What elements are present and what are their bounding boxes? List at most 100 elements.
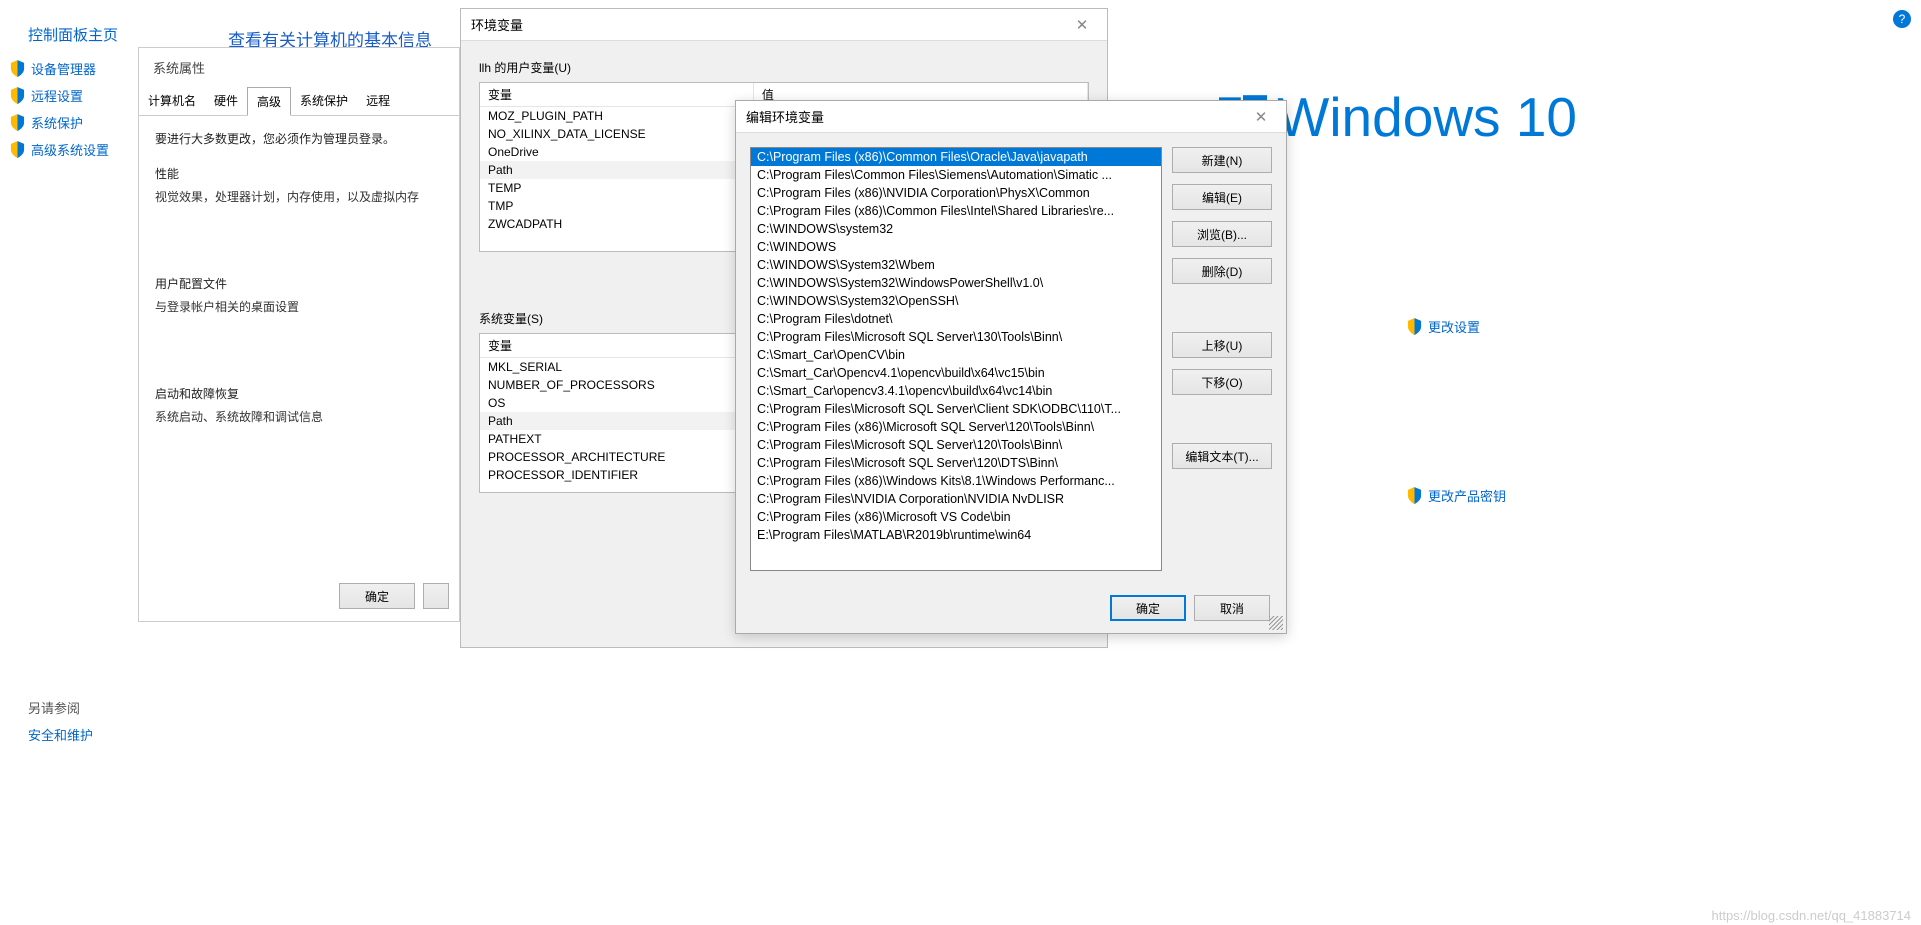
var-name: TEMP — [480, 179, 753, 197]
col-variable[interactable]: 变量 — [480, 83, 753, 107]
resize-grip-icon[interactable] — [1269, 616, 1283, 630]
new-button[interactable]: 新建(N) — [1172, 147, 1272, 173]
list-item[interactable]: C:\Program Files (x86)\Windows Kits\8.1\… — [751, 472, 1161, 490]
watermark: https://blog.csdn.net/qq_41883714 — [1712, 908, 1912, 923]
cancel-button-partial[interactable] — [423, 583, 449, 609]
shield-icon — [1407, 487, 1422, 504]
list-item[interactable]: C:\WINDOWS\System32\Wbem — [751, 256, 1161, 274]
performance-desc: 视觉效果，处理器计划，内存使用，以及虚拟内存 — [155, 188, 443, 205]
var-name: OS — [480, 394, 753, 412]
user-vars-title: llh 的用户变量(U) — [479, 59, 1089, 76]
sidebar: 设备管理器远程设置系统保护高级系统设置 — [10, 55, 130, 163]
dialog-title: 编辑环境变量 — [746, 107, 824, 126]
list-item[interactable]: C:\WINDOWS — [751, 238, 1161, 256]
shield-icon — [10, 141, 25, 158]
ok-button[interactable]: 确定 — [1110, 595, 1186, 621]
var-name: MOZ_PLUGIN_PATH — [480, 107, 753, 126]
see-also: 另请参阅 安全和维护 — [28, 698, 93, 744]
list-item[interactable]: C:\Program Files (x86)\Microsoft VS Code… — [751, 508, 1161, 526]
tab-4[interactable]: 远程 — [357, 87, 399, 115]
var-name: Path — [480, 161, 753, 179]
edit-environment-variable-dialog: 编辑环境变量 ✕ C:\Program Files (x86)\Common F… — [735, 100, 1287, 634]
titlebar[interactable]: 编辑环境变量 ✕ — [736, 101, 1286, 133]
list-item[interactable]: C:\WINDOWS\System32\OpenSSH\ — [751, 292, 1161, 310]
performance-title: 性能 — [155, 165, 443, 182]
path-listbox[interactable]: C:\Program Files (x86)\Common Files\Orac… — [750, 147, 1162, 571]
list-item[interactable]: C:\Program Files\Microsoft SQL Server\13… — [751, 328, 1161, 346]
tabs: 计算机名硬件高级系统保护远程 — [139, 87, 459, 116]
var-name: TMP — [480, 197, 753, 215]
profiles-title: 用户配置文件 — [155, 275, 443, 292]
list-item[interactable]: C:\Smart_Car\Opencv4.1\opencv\build\x64\… — [751, 364, 1161, 382]
var-name: PROCESSOR_IDENTIFIER — [480, 466, 753, 484]
close-icon[interactable]: ✕ — [1246, 108, 1276, 126]
edit-button[interactable]: 编辑(E) — [1172, 184, 1272, 210]
list-item[interactable]: E:\Program Files\MATLAB\R2019b\runtime\w… — [751, 526, 1161, 544]
list-item[interactable]: C:\Program Files\NVIDIA Corporation\NVID… — [751, 490, 1161, 508]
sidebar-item-label: 高级系统设置 — [31, 140, 109, 159]
help-icon[interactable]: ? — [1893, 10, 1911, 28]
tab-1[interactable]: 硬件 — [205, 87, 247, 115]
delete-button[interactable]: 删除(D) — [1172, 258, 1272, 284]
list-item[interactable]: C:\WINDOWS\system32 — [751, 220, 1161, 238]
system-properties-dialog: 系统属性 计算机名硬件高级系统保护远程 要进行大多数更改，您必须作为管理员登录。… — [138, 47, 460, 622]
list-item[interactable]: C:\Smart_Car\OpenCV\bin — [751, 346, 1161, 364]
see-also-title: 另请参阅 — [28, 698, 93, 717]
tab-2[interactable]: 高级 — [247, 87, 291, 116]
move-up-button[interactable]: 上移(U) — [1172, 332, 1272, 358]
change-product-key-link[interactable]: 更改产品密钥 — [1407, 486, 1506, 505]
startup-title: 启动和故障恢复 — [155, 385, 443, 402]
var-name: MKL_SERIAL — [480, 358, 753, 377]
var-name: OneDrive — [480, 143, 753, 161]
list-item[interactable]: C:\Program Files\Common Files\Siemens\Au… — [751, 166, 1161, 184]
list-item[interactable]: C:\Program Files\Microsoft SQL Server\12… — [751, 436, 1161, 454]
sidebar-item-label: 远程设置 — [31, 86, 83, 105]
shield-icon — [1407, 318, 1422, 335]
list-item[interactable]: C:\Program Files\Microsoft SQL Server\Cl… — [751, 400, 1161, 418]
list-item[interactable]: C:\Program Files (x86)\Common Files\Inte… — [751, 202, 1161, 220]
close-icon[interactable]: ✕ — [1067, 16, 1097, 34]
col-variable[interactable]: 变量 — [480, 334, 753, 358]
tab-0[interactable]: 计算机名 — [139, 87, 205, 115]
shield-icon — [10, 114, 25, 131]
dialog-title: 系统属性 — [139, 48, 459, 87]
list-item[interactable]: C:\Program Files (x86)\Microsoft SQL Ser… — [751, 418, 1161, 436]
dialog-title: 环境变量 — [471, 15, 523, 34]
startup-desc: 系统启动、系统故障和调试信息 — [155, 408, 443, 425]
side-buttons: 新建(N) 编辑(E) 浏览(B)... 删除(D) 上移(U) 下移(O) 编… — [1172, 147, 1272, 571]
change-settings-link[interactable]: 更改设置 — [1407, 317, 1506, 336]
var-name: Path — [480, 412, 753, 430]
sidebar-item-label: 系统保护 — [31, 113, 83, 132]
browse-button[interactable]: 浏览(B)... — [1172, 221, 1272, 247]
ok-button[interactable]: 确定 — [339, 583, 415, 609]
var-name: ZWCADPATH — [480, 215, 753, 233]
list-item[interactable]: C:\Smart_Car\opencv3.4.1\opencv\build\x6… — [751, 382, 1161, 400]
profiles-desc: 与登录帐户相关的桌面设置 — [155, 298, 443, 315]
edit-text-button[interactable]: 编辑文本(T)... — [1172, 443, 1272, 469]
list-item[interactable]: C:\Program Files\Microsoft SQL Server\12… — [751, 454, 1161, 472]
sidebar-item[interactable]: 设备管理器 — [10, 55, 130, 82]
var-name: PROCESSOR_ARCHITECTURE — [480, 448, 753, 466]
list-item[interactable]: C:\Program Files (x86)\NVIDIA Corporatio… — [751, 184, 1161, 202]
security-maintenance-link[interactable]: 安全和维护 — [28, 725, 93, 744]
list-item[interactable]: C:\Program Files (x86)\Common Files\Orac… — [751, 148, 1161, 166]
move-down-button[interactable]: 下移(O) — [1172, 369, 1272, 395]
windows-10-text: Windows 10 — [1277, 85, 1577, 149]
list-item[interactable]: C:\WINDOWS\System32\WindowsPowerShell\v1… — [751, 274, 1161, 292]
shield-icon — [10, 60, 25, 77]
var-name: NUMBER_OF_PROCESSORS — [480, 376, 753, 394]
tab-3[interactable]: 系统保护 — [291, 87, 357, 115]
list-item[interactable]: C:\Program Files\dotnet\ — [751, 310, 1161, 328]
control-panel-home-link[interactable]: 控制面板主页 — [28, 24, 118, 45]
sidebar-item[interactable]: 远程设置 — [10, 82, 130, 109]
titlebar[interactable]: 环境变量 ✕ — [461, 9, 1107, 41]
right-links: 更改设置 更改产品密钥 — [1407, 317, 1506, 655]
sidebar-item-label: 设备管理器 — [31, 59, 96, 78]
change-key-text: 更改产品密钥 — [1428, 486, 1506, 505]
var-name: NO_XILINX_DATA_LICENSE — [480, 125, 753, 143]
shield-icon — [10, 87, 25, 104]
sidebar-item[interactable]: 高级系统设置 — [10, 136, 130, 163]
admin-note: 要进行大多数更改，您必须作为管理员登录。 — [155, 130, 443, 147]
cancel-button[interactable]: 取消 — [1194, 595, 1270, 621]
sidebar-item[interactable]: 系统保护 — [10, 109, 130, 136]
